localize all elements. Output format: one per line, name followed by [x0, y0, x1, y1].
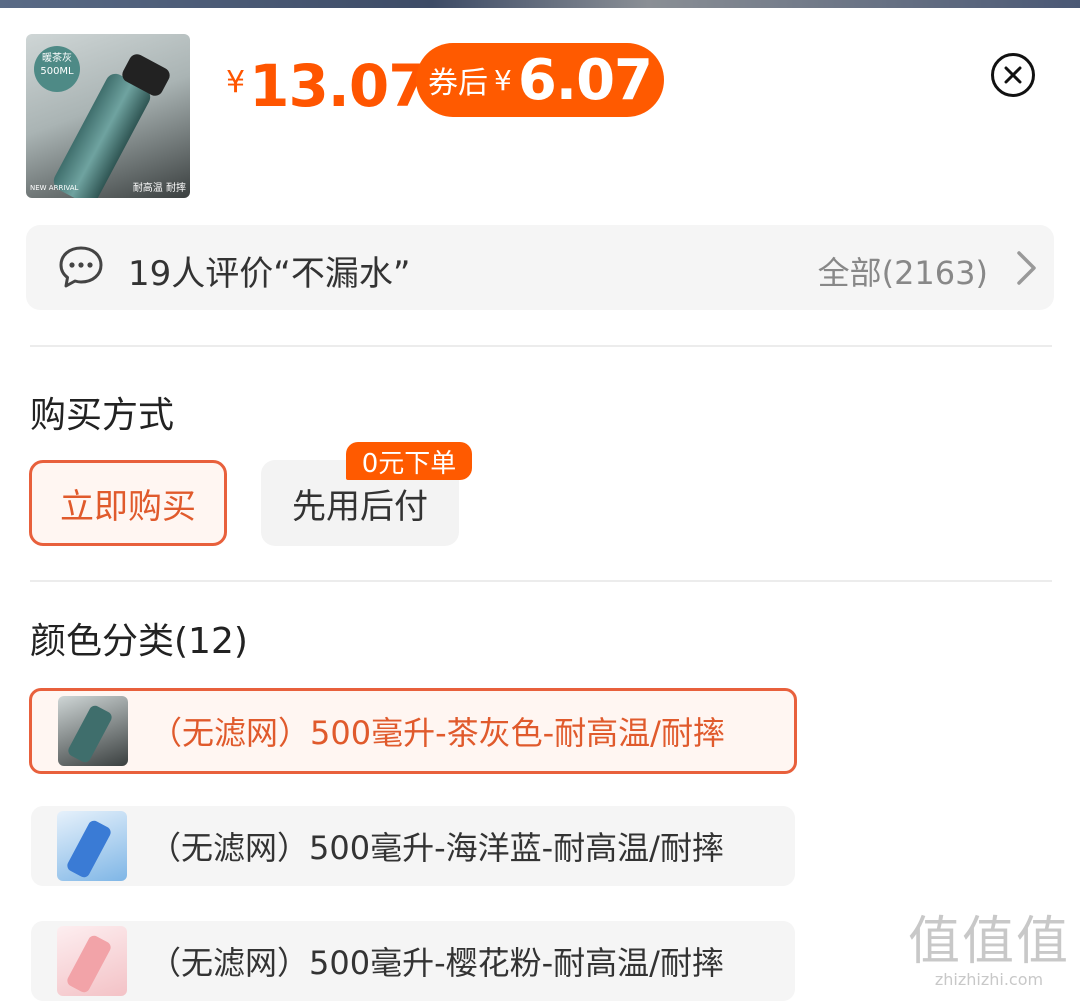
watermark-url: zhizhizhi.com [934, 970, 1044, 989]
variant-thumbnail [58, 696, 128, 766]
coupon-price-badge: 券后 ¥ 6.07 [416, 43, 664, 117]
watermark-logo: 值值值 [907, 912, 1070, 972]
divider [30, 580, 1052, 582]
review-highlight-text: 19人评价“不漏水” [128, 254, 411, 294]
color-option-ocean-blue[interactable]: （无滤网）500毫升-海洋蓝-耐高温/耐摔 [31, 806, 795, 886]
price-currency: ¥ [226, 65, 246, 100]
color-option-tea-gray[interactable]: （无滤网）500毫升-茶灰色-耐高温/耐摔 [29, 688, 797, 774]
coupon-currency: ¥ [494, 63, 512, 97]
variant-thumbnail [57, 811, 127, 881]
variant-label: （无滤网）500毫升-樱花粉-耐高温/耐摔 [149, 944, 724, 982]
product-thumbnail[interactable]: 暖茶灰 500ML NEW ARRIVAL 耐高温 耐摔 [26, 34, 190, 198]
variant-label: （无滤网）500毫升-茶灰色-耐高温/耐摔 [150, 714, 725, 752]
close-button[interactable] [991, 53, 1035, 97]
review-summary-bar[interactable]: 19人评价“不漏水” 全部(2163) [26, 225, 1054, 310]
buy-now-option[interactable]: 立即购买 [29, 460, 227, 546]
coupon-price: 6.07 [517, 47, 653, 113]
site-watermark: 值值值 zhizhizhi.com [908, 914, 1070, 989]
variant-thumbnail [57, 926, 127, 996]
zero-down-badge: 0元下单 [346, 442, 472, 480]
price-value: 13.07 [249, 52, 428, 120]
all-reviews-link[interactable]: 全部(2163) [818, 248, 988, 294]
color-category-title: 颜色分类(12) [30, 621, 248, 662]
bottle-image [66, 703, 114, 765]
bottle-image [65, 818, 113, 880]
thumbnail-tag-new: NEW ARRIVAL [30, 184, 79, 192]
purchase-method-title: 购买方式 [30, 395, 175, 436]
background-image-strip [0, 0, 1080, 8]
divider [30, 345, 1052, 347]
bottle-image [65, 933, 113, 995]
variant-label: （无滤网）500毫升-海洋蓝-耐高温/耐摔 [149, 829, 724, 867]
color-option-sakura-pink[interactable]: （无滤网）500毫升-樱花粉-耐高温/耐摔 [31, 921, 795, 1001]
current-price: ¥13.07 [226, 52, 429, 120]
chevron-right-icon [1017, 251, 1036, 285]
close-icon [1004, 66, 1022, 84]
coupon-label: 券后 [428, 66, 488, 101]
thumbnail-tag-durable: 耐高温 耐摔 [132, 183, 186, 194]
thumbnail-badge: 暖茶灰 500ML [34, 46, 80, 92]
chat-bubble-icon [59, 246, 103, 288]
